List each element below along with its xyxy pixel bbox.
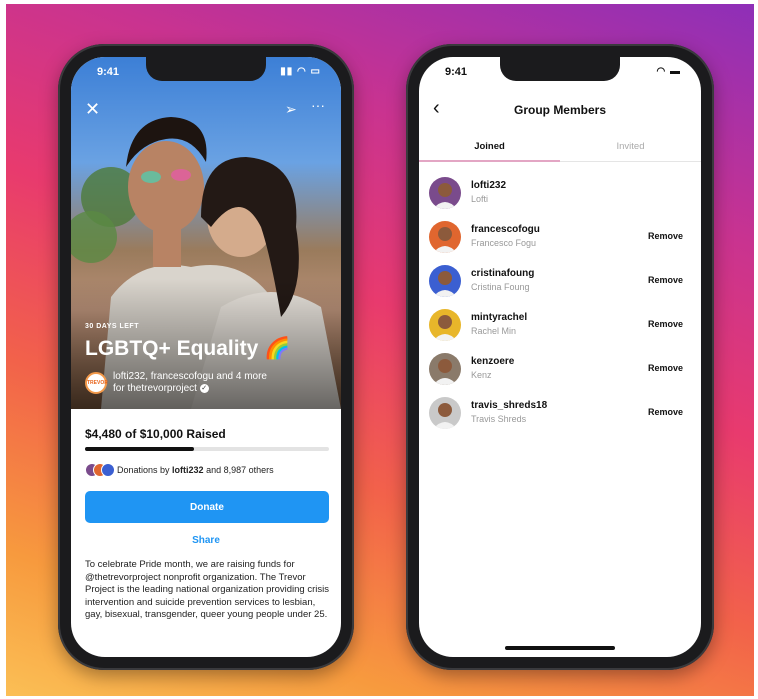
member-username[interactable]: cristinafoung [471, 268, 534, 279]
member-name: Francesco Fogu [471, 238, 537, 248]
avatar[interactable] [429, 265, 461, 297]
progress-fill [85, 447, 195, 451]
remove-button[interactable]: Remove [648, 407, 683, 417]
members-tabs: Joined Invited [419, 137, 701, 162]
list-item[interactable]: cristinafoung Cristina Foung Remove [419, 263, 701, 307]
list-item[interactable]: francescofogu Francesco Fogu Remove [419, 219, 701, 263]
donors-user: lofti232 [172, 465, 204, 475]
organizer-text: lofti232, francescofogu and 4 more for t… [113, 371, 267, 395]
active-tab-indicator [419, 160, 560, 162]
status-time: 9:41 [97, 66, 120, 78]
share-link[interactable]: Share [71, 535, 341, 546]
raised-amount: $4,480 of $10,000 Raised [85, 427, 226, 441]
signal-wifi-battery-icon: ▮▮ ◠ ▭ [280, 66, 321, 77]
status-time: 9:41 [445, 66, 468, 78]
member-username[interactable]: francescofogu [471, 224, 540, 235]
list-item[interactable]: travis_shreds18 Travis Shreds Remove [419, 395, 701, 439]
more-icon[interactable]: ··· [311, 97, 325, 113]
organizers-line: lofti232, francescofogu and 4 more [113, 371, 267, 382]
tab-joined[interactable]: Joined [419, 141, 560, 152]
wifi-battery-icon: ◠ ▬ [656, 66, 681, 77]
remove-button[interactable]: Remove [648, 319, 683, 329]
promo-background: 9:41 ▮▮ ◠ ▭ ✕ ➢ ··· 30 DAYS LEFT LGBTQ+ … [6, 4, 754, 696]
member-username[interactable]: mintyrachel [471, 312, 527, 323]
donors-row[interactable]: Donations by lofti232 and 8,987 others [85, 463, 335, 479]
verified-icon: ✓ [199, 383, 209, 393]
member-username[interactable]: travis_shreds18 [471, 400, 547, 411]
avatar[interactable] [429, 309, 461, 341]
days-left-label: 30 DAYS LEFT [85, 323, 139, 330]
remove-button[interactable]: Remove [648, 231, 683, 241]
close-icon[interactable]: ✕ [85, 99, 100, 120]
send-icon[interactable]: ➢ [285, 101, 297, 118]
status-bar: 9:41 ◠ ▬ [419, 66, 701, 80]
member-list: lofti232 Lofti francescofogu Francesco Fogu… [419, 175, 701, 439]
member-name: Cristina Foung [471, 282, 530, 292]
donors-text: Donations by lofti232 and 8,987 others [117, 465, 274, 475]
avatar[interactable] [429, 177, 461, 209]
donors-prefix: Donations by [117, 465, 173, 475]
home-indicator [505, 646, 615, 650]
list-item[interactable]: mintyrachel Rachel Min Remove [419, 307, 701, 351]
donor-avatar [101, 463, 115, 477]
fundraiser-title: LGBTQ+ Equality 🌈 [85, 337, 291, 360]
member-name: Kenz [471, 370, 492, 380]
tab-invited[interactable]: Invited [560, 141, 701, 152]
member-username[interactable]: lofti232 [471, 180, 506, 191]
fundraiser-description: To celebrate Pride month, we are raising… [85, 559, 329, 620]
group-members-screen: 9:41 ◠ ▬ ‹ Group Members Joined Invited … [419, 57, 701, 657]
beneficiary-line: for thetrevorproject [113, 383, 197, 394]
avatar[interactable] [429, 353, 461, 385]
list-item[interactable]: kenzoere Kenz Remove [419, 351, 701, 395]
status-bar: 9:41 ▮▮ ◠ ▭ [71, 66, 341, 80]
group-members-header: ‹ Group Members [419, 97, 701, 125]
page-title: Group Members [513, 103, 606, 117]
avatar[interactable] [429, 221, 461, 253]
phone-group-members: 9:41 ◠ ▬ ‹ Group Members Joined Invited … [406, 44, 714, 670]
donors-suffix: and 8,987 others [203, 465, 274, 475]
remove-button[interactable]: Remove [648, 363, 683, 373]
member-name: Rachel Min [471, 326, 517, 336]
avatar[interactable] [429, 397, 461, 429]
member-name: Travis Shreds [471, 414, 527, 424]
trevor-project-logo: TREVOR [85, 372, 108, 394]
organizer-row[interactable]: TREVOR lofti232, francescofogu and 4 mor… [85, 371, 325, 401]
member-username[interactable]: kenzoere [471, 356, 514, 367]
remove-button[interactable]: Remove [648, 275, 683, 285]
donate-button[interactable]: Donate [85, 491, 329, 523]
list-item[interactable]: lofti232 Lofti [419, 175, 701, 219]
fundraiser-progress-bar [85, 447, 329, 451]
member-name: Lofti [471, 194, 489, 204]
fundraiser-screen: 9:41 ▮▮ ◠ ▭ ✕ ➢ ··· 30 DAYS LEFT LGBTQ+ … [71, 57, 341, 657]
phone-fundraiser: 9:41 ▮▮ ◠ ▭ ✕ ➢ ··· 30 DAYS LEFT LGBTQ+ … [58, 44, 354, 670]
